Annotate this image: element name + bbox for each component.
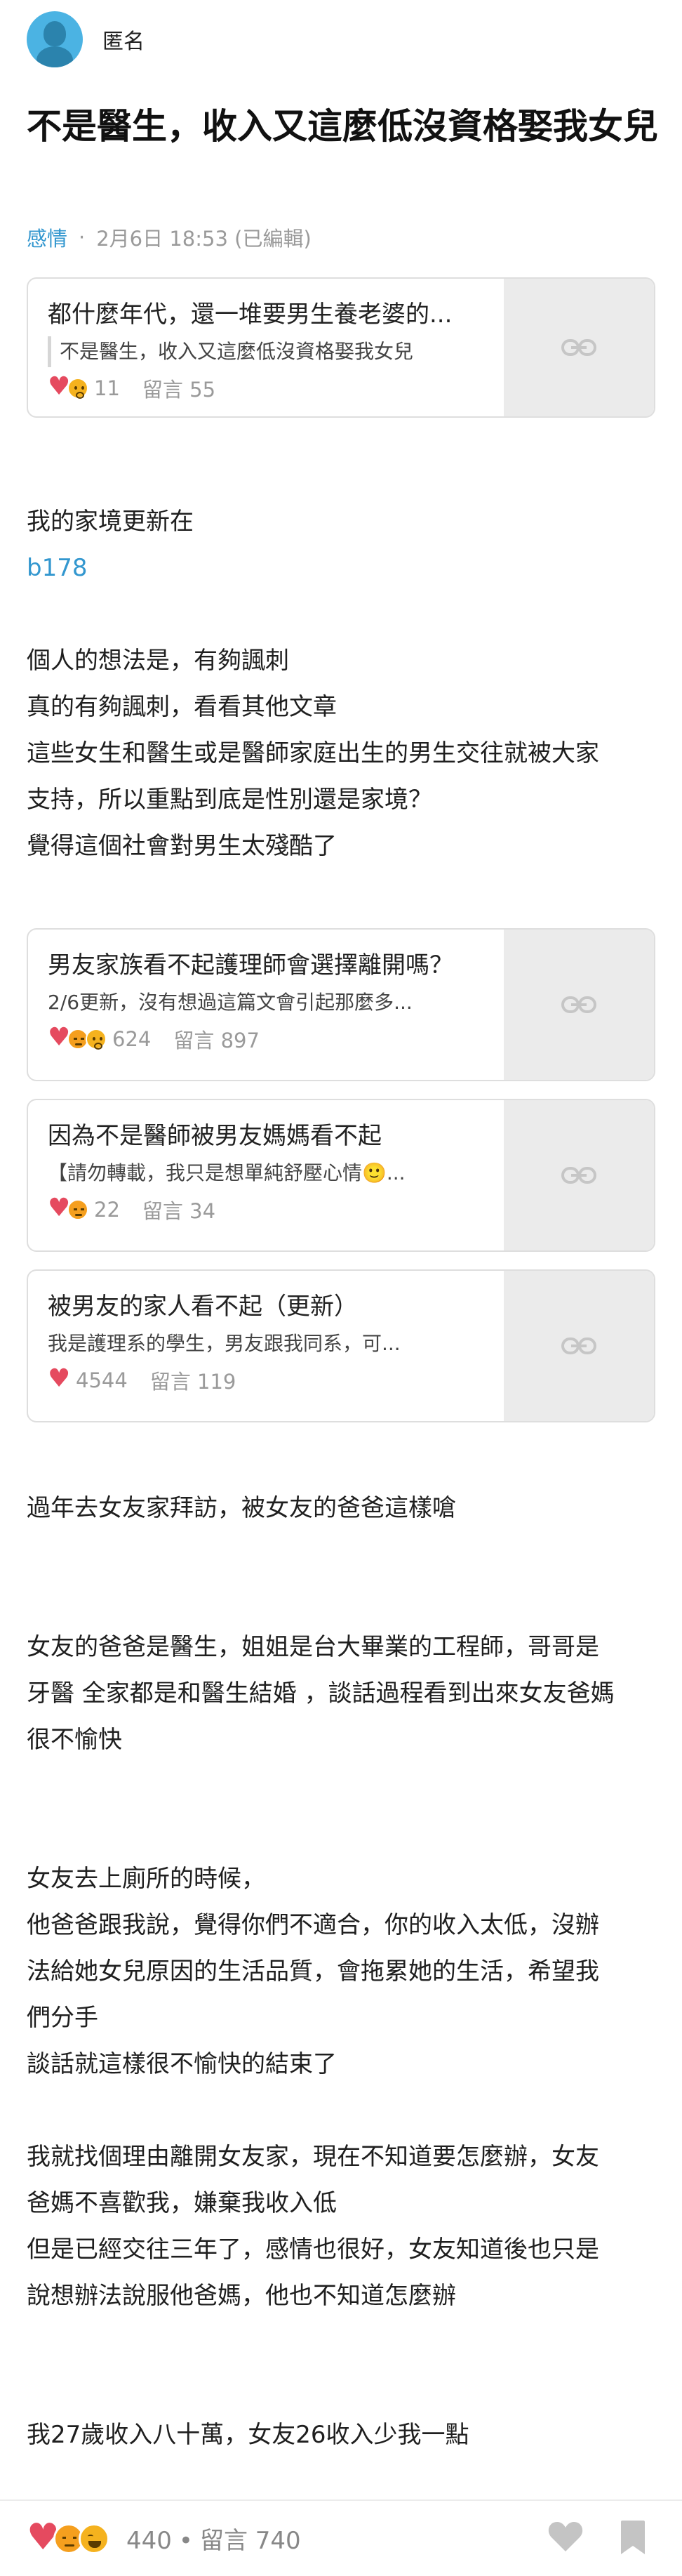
card-excerpt: 【請勿轉載，我只是想單純舒壓心情🙂... — [48, 1161, 406, 1184]
card-comments: 留言 897 — [173, 1029, 260, 1052]
angry-reaction-icon — [67, 1199, 88, 1220]
body-paragraph: 談話就這樣很不愉快的結束了 — [27, 2050, 337, 2078]
card-likes: 4544 — [76, 1368, 128, 1392]
link-icon — [561, 339, 596, 356]
card-likes: 624 — [112, 1027, 152, 1051]
card-comments: 留言 34 — [142, 1199, 216, 1223]
linked-post-card[interactable]: 男友家族看不起護理師會選擇離開嗎？ 2/6更新，沒有想過這篇文會引起那麼多...… — [27, 928, 655, 1081]
body-paragraph: 我的家境更新在 — [27, 508, 194, 536]
body-paragraph: 個人的想法是，有夠諷刺 — [27, 647, 289, 675]
body-paragraph: 這些女生和醫生或是醫師家庭出生的男生交往就被大家 — [27, 739, 599, 767]
body-paragraph: 支持，所以重點到底是性別還是家境？ — [27, 786, 432, 814]
body-paragraph: 我27歲收入八十萬，女友26收入少我一點 — [27, 2421, 469, 2449]
card-thumbnail — [504, 1271, 654, 1421]
linked-post-card[interactable]: 被男友的家人看不起（更新） 我是護理系的學生，男友跟我同系，可... 4544 … — [27, 1269, 655, 1422]
link-icon — [561, 1167, 596, 1184]
surprised-reaction-icon — [67, 378, 88, 399]
author-name[interactable]: 匿名 — [102, 24, 145, 55]
card-thumbnail — [504, 930, 654, 1080]
linked-post-card[interactable]: 都什麼年代，還一堆要男生養老婆的... 不是醫生，收入又這麼低沒資格娶我女兒 1… — [27, 277, 655, 418]
body-paragraph: 女友的爸爸是醫生，姐姐是台大畢業的工程師，哥哥是 — [27, 1633, 599, 1661]
post-title: 不是醫生，收入又這麼低沒資格娶我女兒 — [27, 106, 658, 147]
footer-separator: • — [178, 2527, 193, 2555]
card-comments: 留言 119 — [149, 1370, 236, 1394]
footer-comments[interactable]: 留言 740 — [200, 2527, 301, 2555]
board-link[interactable]: 感情 — [27, 223, 67, 252]
card-stats: 11 留言 55 — [48, 374, 497, 402]
body-paragraph: 們分手 — [27, 2004, 98, 2032]
floor-link[interactable]: b178 — [27, 545, 658, 591]
card-stats: 624 留言 897 — [48, 1025, 497, 1053]
card-excerpt: 2/6更新，沒有想過這篇文會引起那麼多... — [48, 991, 413, 1014]
body-paragraph: 法給她女兒原因的生活品質，會拖累她的生活，希望我 — [27, 1957, 599, 1986]
body-paragraph: 說想辦法說服他爸媽，他也不知道怎麼辦 — [27, 2282, 456, 2310]
card-title: 男友家族看不起護理師會選擇離開嗎？ — [48, 951, 453, 979]
body-paragraph: 真的有夠諷刺，看看其他文章 — [27, 693, 337, 721]
body-paragraph: 爸媽不喜歡我，嫌棄我收入低 — [27, 2189, 337, 2217]
post-body-main: 過年去女友家拜訪，被女友的爸爸這樣嗆 女友的爸爸是醫生，姐姐是台大畢業的工程師，… — [27, 1485, 658, 2458]
card-stats: 4544 留言 119 — [48, 1366, 497, 1394]
post-time: 2月6日 18:53 (已編輯) — [96, 227, 312, 251]
link-icon — [561, 1337, 596, 1354]
post-header: 匿名 — [27, 11, 145, 67]
body-paragraph: 過年去女友家拜訪，被女友的爸爸這樣嗆 — [27, 1494, 456, 1522]
heart-outline-icon[interactable] — [547, 2519, 584, 2553]
meta-separator: · — [79, 225, 86, 249]
post-body-intro: 我的家境更新在 b178 個人的想法是，有夠諷刺 真的有夠諷刺，看看其他文章 這… — [27, 498, 658, 869]
card-title: 被男友的家人看不起（更新） — [48, 1293, 358, 1321]
body-paragraph: 但是已經交往三年了，感情也很好，女友知道後也只是 — [27, 2235, 599, 2264]
surprised-reaction-icon — [86, 1029, 107, 1050]
heart-reaction-icon — [48, 1368, 70, 1391]
reaction-summary[interactable] — [27, 2522, 109, 2554]
link-icon — [561, 996, 596, 1013]
card-thumbnail — [504, 279, 654, 416]
card-comments: 留言 55 — [142, 378, 216, 402]
body-paragraph: 他爸爸跟我說，覺得你們不適合，你的收入太低，沒辦 — [27, 1911, 599, 1939]
body-paragraph: 很不愉快 — [27, 1726, 122, 1754]
post-meta: 感情 · 2月6日 18:53 (已編輯) — [27, 223, 312, 252]
card-excerpt: 不是醫生，收入又這麼低沒資格娶我女兒 — [48, 336, 497, 367]
card-excerpt: 我是護理系的學生，男友跟我同系，可... — [48, 1332, 401, 1355]
avatar[interactable] — [27, 11, 83, 67]
body-paragraph: 牙醫 全家都是和醫生結婚 ，談話過程看到出來女友爸媽 — [27, 1679, 615, 1708]
post-footer: 440•留言 740 — [0, 2499, 682, 2576]
card-title: 因為不是醫師被男友媽媽看不起 — [48, 1122, 382, 1150]
card-title: 都什麼年代，還一堆要男生養老婆的... — [48, 300, 453, 329]
footer-likes: 440 — [126, 2527, 172, 2555]
card-thumbnail — [504, 1100, 654, 1250]
card-stats: 22 留言 34 — [48, 1196, 497, 1224]
body-paragraph: 我就找個理由離開女友家，現在不知道要怎麼辦，女友 — [27, 2143, 599, 2171]
card-likes: 22 — [94, 1198, 120, 1222]
bookmark-icon[interactable] — [619, 2519, 647, 2556]
laugh-reaction-icon — [79, 2523, 109, 2554]
linked-post-card[interactable]: 因為不是醫師被男友媽媽看不起 【請勿轉載，我只是想單純舒壓心情🙂... 22 留… — [27, 1099, 655, 1252]
card-likes: 11 — [94, 376, 120, 400]
body-paragraph: 覺得這個社會對男生太殘酷了 — [27, 832, 337, 860]
footer-stats: 440 • 留言 740 — [126, 2521, 301, 2556]
body-paragraph: 女友去上廁所的時候， — [27, 1865, 265, 1893]
